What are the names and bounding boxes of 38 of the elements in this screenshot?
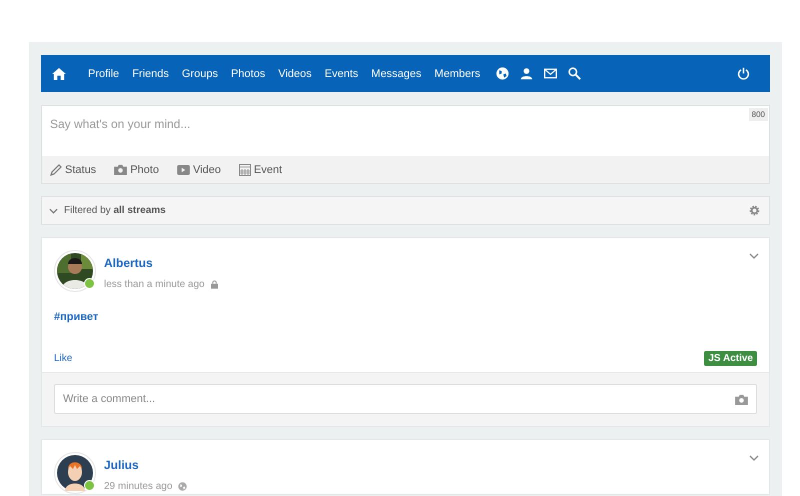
nav-link[interactable]: Photos xyxy=(224,68,272,80)
nav-link[interactable]: Members xyxy=(428,68,488,80)
power-icon[interactable] xyxy=(737,67,750,80)
post-time: 29 minutes ago xyxy=(104,481,172,492)
pencil-icon xyxy=(50,164,62,176)
filter-label: Filtered by all streams xyxy=(64,205,166,216)
post-time: less than a minute ago xyxy=(104,279,205,290)
status-label: JS Active xyxy=(704,351,757,366)
mail-icon[interactable] xyxy=(544,68,558,79)
character-counter: 800 xyxy=(748,108,768,121)
like-link[interactable]: Like xyxy=(54,353,72,364)
calendar-icon xyxy=(238,164,251,176)
user-icon[interactable] xyxy=(520,67,534,80)
nav-link[interactable]: Videos xyxy=(272,68,319,80)
nav-link[interactable]: Profile xyxy=(82,68,126,80)
nav-link[interactable]: Groups xyxy=(176,68,225,80)
settings-icon[interactable] xyxy=(749,205,760,216)
author-link[interactable]: Albertus xyxy=(104,256,153,270)
author-link[interactable]: Julius xyxy=(104,458,139,472)
globe-icon[interactable] xyxy=(496,67,510,80)
comment-field[interactable]: Write a comment... xyxy=(54,384,757,414)
nav-link[interactable]: Events xyxy=(318,68,366,80)
camera-icon[interactable] xyxy=(735,394,748,404)
camera-icon xyxy=(114,164,128,175)
chevron-icon[interactable] xyxy=(749,253,759,259)
nav-link[interactable]: Messages xyxy=(365,68,428,80)
video-icon xyxy=(176,164,190,174)
chevron-icon[interactable] xyxy=(49,208,58,214)
home-icon[interactable] xyxy=(52,68,66,80)
chevron-icon[interactable] xyxy=(749,455,759,461)
search-icon[interactable] xyxy=(568,67,582,80)
post-type-tab[interactable]: Video xyxy=(176,164,221,176)
post-type-tab[interactable]: Photo xyxy=(114,164,159,176)
hashtag-link[interactable]: #привет xyxy=(54,311,98,323)
post-type-tab[interactable]: Event xyxy=(238,164,282,176)
avatar-icon xyxy=(57,455,93,491)
nav-link[interactable]: Friends xyxy=(126,68,176,80)
post-type-tab[interactable]: Status xyxy=(50,164,96,176)
